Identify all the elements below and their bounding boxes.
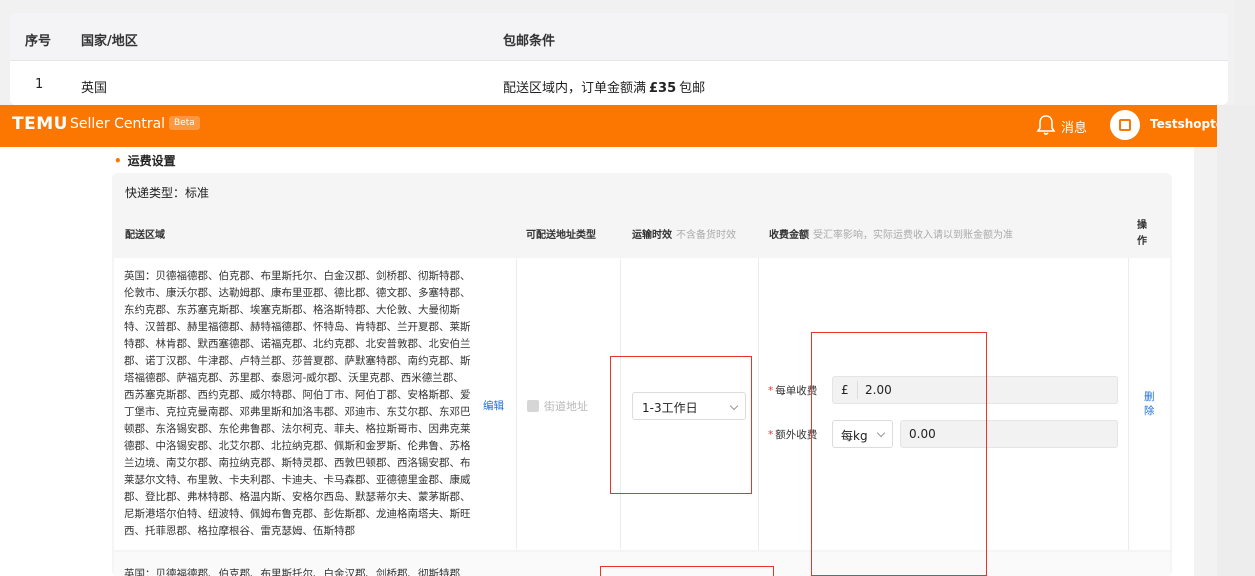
- edit-region-link[interactable]: 编辑: [483, 398, 504, 413]
- bell-icon[interactable]: [1036, 114, 1056, 136]
- col-fee-note: 受汇率影响，实际运费收入请以到账金额为准: [813, 230, 1013, 241]
- product-name: Seller Central: [70, 116, 166, 132]
- col-fee: 收费金额 受汇率影响，实际运费收入请以到账金额为准: [769, 226, 1013, 241]
- street-address-label: 街道地址: [544, 400, 588, 413]
- highlight-box-next: [600, 566, 774, 576]
- row-condition: 配送区域内，订单金额满 £35 包邮: [503, 77, 705, 96]
- beta-badge: Beta: [169, 116, 200, 130]
- col-transit-label: 运输时效: [632, 230, 672, 241]
- header-index: 序号: [25, 34, 52, 49]
- column-divider: [758, 258, 759, 550]
- delete-row-link[interactable]: 删除: [1144, 390, 1156, 418]
- per-order-fee-label: 每单收费: [768, 383, 817, 398]
- right-gutter: [1217, 105, 1255, 576]
- column-divider: [516, 258, 517, 550]
- table-row: 1 英国 配送区域内，订单金额满 £35 包邮: [10, 61, 1228, 105]
- header-country: 国家/地区: [81, 34, 138, 49]
- row-index: 1: [35, 77, 44, 92]
- express-type: 快递类型：标准: [125, 186, 210, 200]
- col-transit-note: 不含备货时效: [676, 230, 736, 241]
- temu-logo[interactable]: TEMU: [12, 114, 68, 134]
- col-action: 操作: [1137, 220, 1147, 247]
- condition-prefix: 配送区域内，订单金额满: [503, 81, 647, 96]
- col-address-type: 可配送地址类型: [526, 230, 596, 241]
- highlight-box-fee: [811, 332, 987, 576]
- section-title: 运费设置: [114, 152, 176, 169]
- col-fee-label: 收费金额: [769, 230, 809, 241]
- row-country: 英国: [81, 81, 108, 96]
- condition-suffix: 包邮: [679, 81, 706, 96]
- header-condition: 包邮条件: [503, 34, 556, 49]
- street-address-checkbox[interactable]: [527, 400, 539, 412]
- store-icon: [1119, 119, 1131, 131]
- shop-name[interactable]: Testshopteam: [1150, 117, 1217, 131]
- screen: 序号 国家/地区 包邮条件 1 英国 配送区域内，订单金额满 £35 包邮 TEMU…: [0, 0, 1255, 576]
- next-region-list: 英国：贝德福德郡、伯克郡、布里斯托尔、白金汉郡、剑桥郡、彻斯特郡: [124, 568, 460, 576]
- highlight-box-transit: [610, 356, 752, 494]
- table-header: 序号 国家/地区 包邮条件: [10, 13, 1228, 61]
- extra-fee-label: 额外收费: [768, 427, 817, 442]
- col-region: 配送区域: [125, 230, 165, 241]
- column-divider: [1128, 258, 1129, 550]
- top-navigation-bar: TEMU Seller Central Beta 消息 Testshopteam: [0, 105, 1217, 147]
- condition-amount: £35: [649, 81, 677, 96]
- region-list: 英国：贝德福德郡、伯克郡、布里斯托尔、白金汉郡、剑桥郡、彻斯特郡、伦敦市、康沃尔…: [124, 270, 471, 537]
- shop-avatar[interactable]: [1110, 110, 1140, 140]
- col-transit: 运输时效 不含备货时效: [632, 226, 736, 241]
- free-shipping-table: 序号 国家/地区 包邮条件 1 英国 配送区域内，订单金额满 £35 包邮: [10, 13, 1228, 105]
- messages-link[interactable]: 消息: [1061, 117, 1087, 136]
- panel-scroll-track[interactable]: [1194, 147, 1217, 576]
